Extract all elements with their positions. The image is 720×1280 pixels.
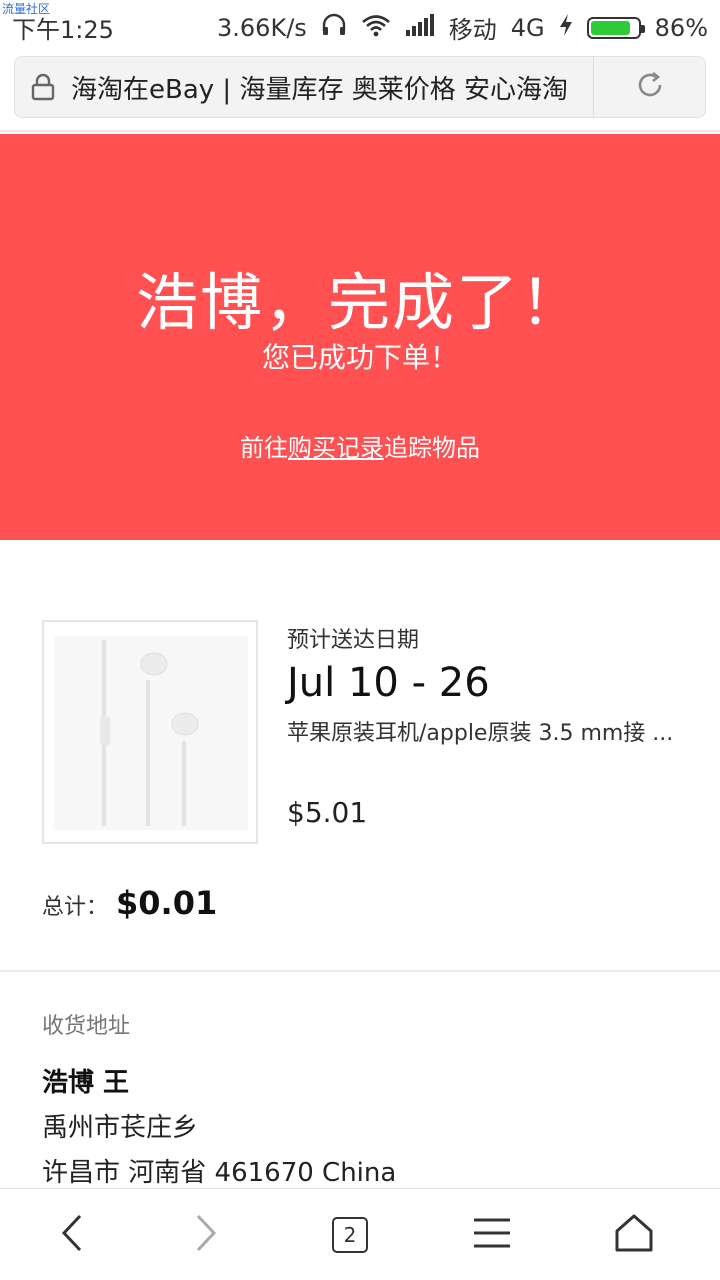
lock-icon [15,56,71,118]
carrier-name: 移动 [448,16,497,44]
purchase-history-link[interactable]: 购买记录 [288,434,384,462]
signal-icon [405,13,435,42]
product-image[interactable] [42,620,258,844]
network-type: 4G [510,13,545,42]
estimated-delivery-dates: Jul 10 - 26 [287,660,490,706]
back-icon [60,1213,84,1257]
shipping-label: 收货地址 [42,1014,131,1039]
charging-icon [559,13,573,42]
earphones-image [54,636,248,830]
battery-icon [586,16,645,39]
status-right: 3.66K/s 移动 4G 86% [217,10,708,45]
home-icon [614,1213,654,1257]
banner-subtitle: 您已成功下单！ [261,341,458,374]
menu-button[interactable] [420,1189,564,1280]
purchase-history-prompt: 前往购买记录追踪物品 [0,428,720,463]
battery-percent: 86% [654,13,708,42]
banner-title: 浩博，完成了！ [135,266,584,339]
tabs-button[interactable]: 2 [278,1189,422,1280]
total-value: $0.01 [116,884,218,922]
item-title[interactable]: 苹果原装耳机/apple原装 3.5 mm接 ... [287,718,687,782]
reload-button[interactable] [593,57,705,117]
back-button[interactable] [0,1189,144,1280]
toolbar-divider [0,130,720,132]
recipient-name: 浩博 王 [42,1068,130,1098]
network-speed: 3.66K/s [217,13,307,42]
headphone-icon [321,13,347,43]
browser-bottom-nav: 2 [0,1188,720,1280]
estimated-delivery-label: 预计送达日期 [287,628,420,653]
total-label: 总计： [42,895,109,920]
address-line-1: 禹州市苌庄乡 [42,1113,199,1143]
order-total: 总计： $0.01 [42,884,217,922]
address-bar[interactable]: 海淘在eBay | 海量库存 奥莱价格 安心海淘 [14,56,706,118]
section-divider [0,970,720,972]
reload-icon [634,69,666,105]
forward-button[interactable] [134,1189,278,1280]
status-bar: 下午1:25 3.66K/s 移动 4G 86% [0,0,720,50]
order-complete-banner: 浩博，完成了！ 您已成功下单！ 前往购买记录追踪物品 [0,134,720,540]
home-button[interactable] [562,1189,706,1280]
address-line-2: 许昌市 河南省 461670 China [42,1158,397,1188]
watermark: 流量社区 [2,2,51,16]
page-title[interactable]: 海淘在eBay | 海量库存 奥莱价格 安心海淘 [71,69,593,106]
prompt-prefix: 前往 [240,434,288,462]
menu-icon [473,1217,511,1253]
shipping-address: 收货地址 浩博 王 禹州市苌庄乡 许昌市 河南省 461670 China 17… [42,1008,682,1217]
item-price: $5.01 [287,796,368,829]
forward-icon [194,1213,218,1257]
item-info: 预计送达日期 Jul 10 - 26 苹果原装耳机/apple原装 3.5 mm… [287,620,687,829]
prompt-suffix: 追踪物品 [384,434,480,462]
wifi-icon [361,13,391,43]
tabs-icon: 2 [332,1217,368,1253]
